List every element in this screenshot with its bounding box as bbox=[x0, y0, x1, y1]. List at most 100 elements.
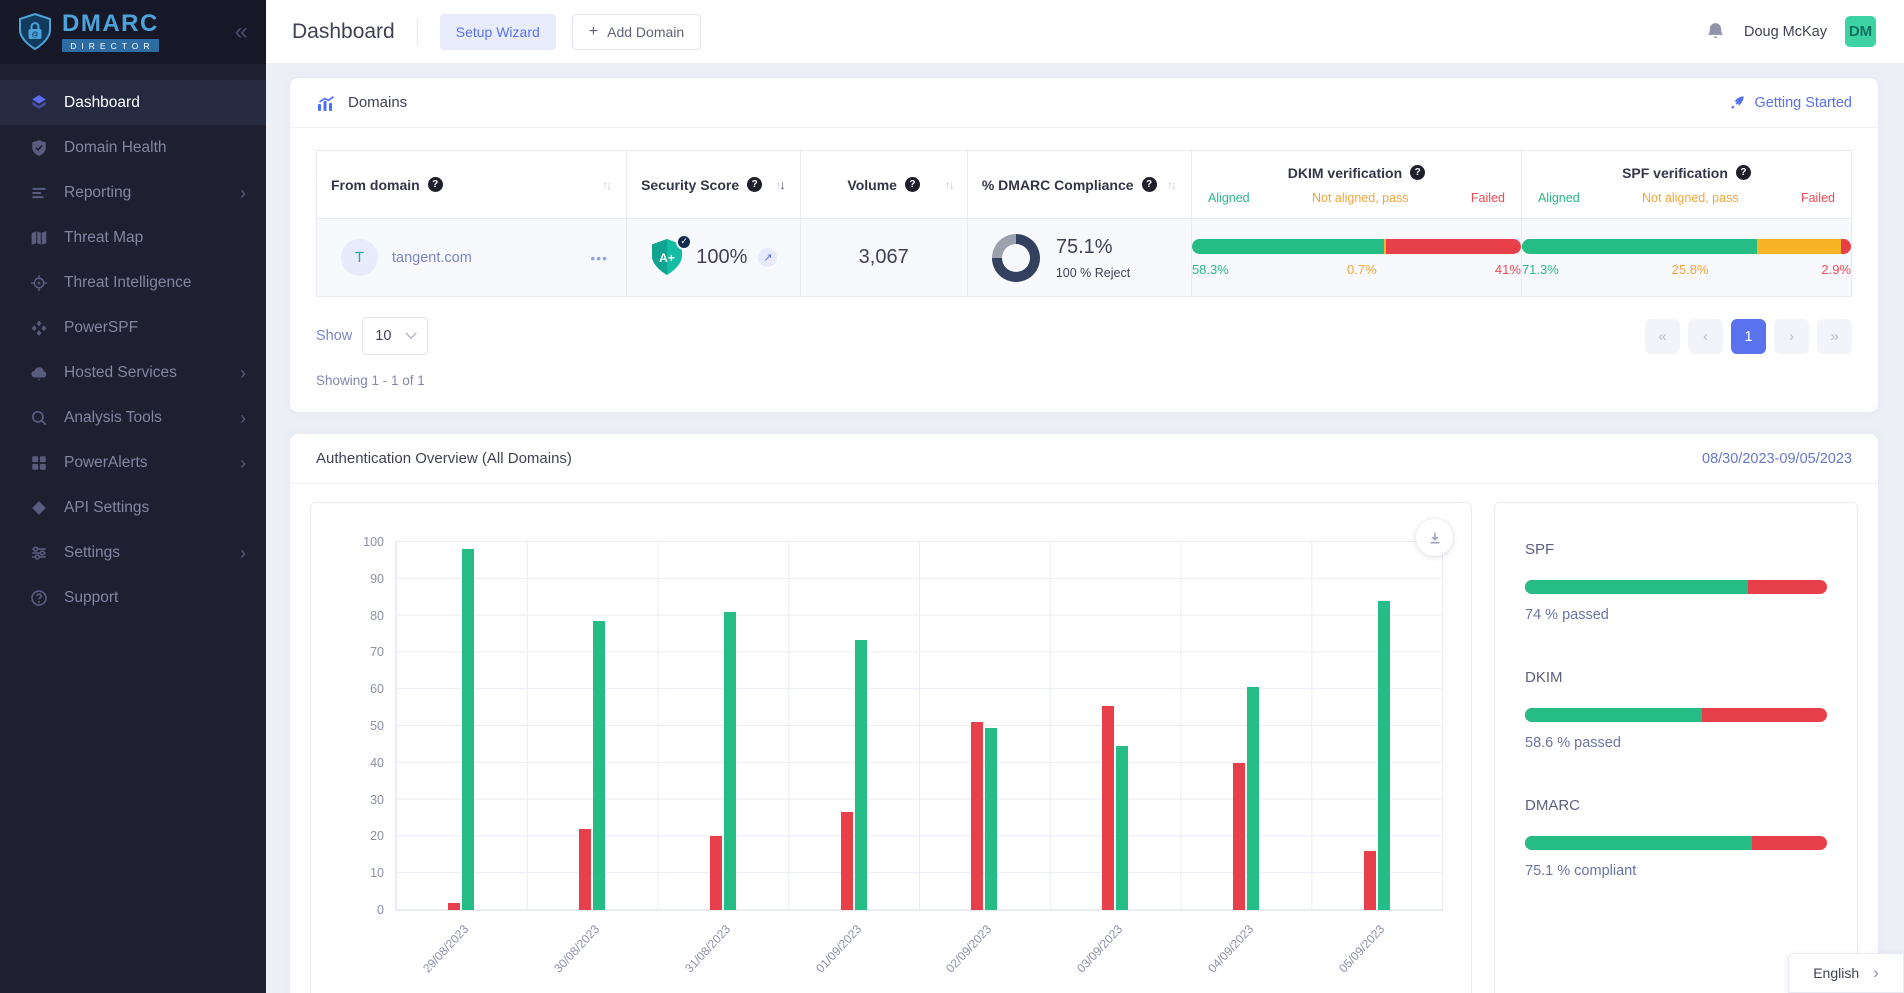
getting-started-link[interactable]: Getting Started bbox=[1729, 95, 1852, 111]
help-icon[interactable]: ? bbox=[1142, 177, 1157, 192]
results-summary: Showing 1 - 1 of 1 bbox=[290, 355, 1878, 412]
stat-progress-bar bbox=[1525, 580, 1827, 594]
chevron-right-icon: › bbox=[240, 544, 246, 562]
stat-passed-fill bbox=[1525, 708, 1702, 722]
auth-overview-card: Authentication Overview (All Domains) 08… bbox=[290, 434, 1878, 993]
dkim-not-aligned-pct: 0.7% bbox=[1229, 262, 1495, 277]
y-axis-tick: 20 bbox=[370, 829, 384, 843]
sidebar-item-domain-health[interactable]: Domain Health bbox=[0, 125, 266, 170]
svg-text:@: @ bbox=[32, 32, 39, 39]
page-title: Dashboard bbox=[292, 20, 395, 44]
help-icon[interactable]: ? bbox=[905, 177, 920, 192]
volume-value: 3,067 bbox=[800, 219, 967, 297]
sidebar-item-dashboard[interactable]: Dashboard bbox=[0, 80, 266, 125]
sidebar-item-settings[interactable]: Settings› bbox=[0, 530, 266, 575]
bar-failed bbox=[710, 836, 722, 910]
domains-card: Domains Getting Started bbox=[290, 78, 1878, 412]
stat-passed-fill bbox=[1525, 836, 1752, 850]
sidebar-item-threat-intelligence[interactable]: Threat Intelligence bbox=[0, 260, 266, 305]
sidebar-item-analysis-tools[interactable]: Analysis Tools› bbox=[0, 395, 266, 440]
stat-progress-bar bbox=[1525, 836, 1827, 850]
auth-stat-dkim: DKIM58.6 % passed bbox=[1525, 669, 1827, 751]
brand-subtitle: DIRECTOR bbox=[62, 39, 159, 52]
support-icon bbox=[30, 589, 48, 607]
x-axis-label: 04/09/2023 bbox=[1181, 910, 1312, 993]
sort-toggle[interactable]: ↑↓ bbox=[1169, 178, 1177, 192]
domains-title: Domains bbox=[348, 94, 407, 111]
settings-icon bbox=[30, 544, 48, 562]
add-domain-button[interactable]: + Add Domain bbox=[572, 14, 701, 50]
compliance-donut bbox=[992, 234, 1040, 282]
divider bbox=[417, 19, 418, 45]
security-score-shield-icon: A+ ✓ bbox=[649, 238, 685, 278]
brand-shield-lock-icon: @ bbox=[18, 13, 52, 51]
sidebar-item-support[interactable]: Support bbox=[0, 575, 266, 620]
pagination-page-1[interactable]: 1 bbox=[1731, 319, 1766, 354]
language-selector[interactable]: English › bbox=[1788, 953, 1904, 993]
setup-wizard-button[interactable]: Setup Wizard bbox=[440, 14, 556, 50]
bar-failed bbox=[1233, 763, 1245, 910]
dkim-failed-pct: 41% bbox=[1495, 262, 1521, 277]
show-label: Show bbox=[316, 328, 352, 344]
download-chart-button[interactable] bbox=[1416, 519, 1453, 556]
pagination-next[interactable]: › bbox=[1774, 319, 1809, 354]
bar-chart-plot: 0102030405060708090100 29/08/202330/08/2… bbox=[395, 541, 1443, 911]
bar-failed bbox=[1364, 851, 1376, 910]
help-icon[interactable]: ? bbox=[1410, 165, 1425, 180]
bar-passed bbox=[1247, 687, 1259, 910]
chevron-right-icon: › bbox=[240, 409, 246, 427]
bar-passed bbox=[724, 612, 736, 910]
plus-icon: + bbox=[589, 24, 598, 40]
help-icon[interactable]: ? bbox=[1736, 165, 1751, 180]
bar-failed bbox=[579, 829, 591, 910]
verified-check-badge: ✓ bbox=[676, 234, 692, 250]
help-icon[interactable]: ? bbox=[428, 177, 443, 192]
sidebar-item-api-settings[interactable]: API Settings bbox=[0, 485, 266, 530]
chevron-down-icon bbox=[406, 328, 417, 339]
domain-link[interactable]: tangent.com bbox=[392, 250, 472, 266]
spf-failed-pct: 2.9% bbox=[1821, 262, 1851, 277]
y-axis-tick: 50 bbox=[370, 719, 384, 733]
y-axis-tick: 90 bbox=[370, 572, 384, 586]
sidebar-item-label: PowerSPF bbox=[64, 319, 138, 337]
domains-table: From domain ? ↑↓ Security Score ? ↑↓ bbox=[316, 150, 1852, 297]
pagination-prev[interactable]: ‹ bbox=[1688, 319, 1723, 354]
language-label: English bbox=[1813, 965, 1859, 981]
sidebar-collapse-icon[interactable]: « bbox=[235, 20, 248, 44]
pagination-last[interactable]: » bbox=[1817, 319, 1852, 354]
sidebar-item-label: Domain Health bbox=[64, 139, 167, 157]
sidebar-item-poweralerts[interactable]: PowerAlerts› bbox=[0, 440, 266, 485]
main-area: Dashboard Setup Wizard + Add Domain Doug… bbox=[266, 0, 1904, 993]
bar-group bbox=[396, 542, 527, 910]
rocket-icon bbox=[1729, 95, 1745, 111]
sort-toggle[interactable]: ↑↓ bbox=[778, 178, 786, 192]
bar-group bbox=[788, 542, 919, 910]
row-menu-dots-icon[interactable]: ••• bbox=[590, 250, 608, 266]
pagination-first[interactable]: « bbox=[1645, 319, 1680, 354]
stat-name: DKIM bbox=[1525, 669, 1827, 686]
threat-map-icon bbox=[30, 229, 48, 247]
sidebar-item-reporting[interactable]: Reporting› bbox=[0, 170, 266, 215]
sort-toggle[interactable]: ↑↓ bbox=[604, 178, 612, 192]
sidebar-item-threat-map[interactable]: Threat Map bbox=[0, 215, 266, 260]
bar-passed bbox=[1378, 601, 1390, 910]
sort-toggle[interactable]: ↑↓ bbox=[947, 178, 955, 192]
auth-stat-spf: SPF74 % passed bbox=[1525, 541, 1827, 623]
y-axis-tick: 10 bbox=[370, 866, 384, 880]
auth-stats-panel: SPF74 % passedDKIM58.6 % passedDMARC75.1… bbox=[1494, 502, 1858, 993]
stat-name: SPF bbox=[1525, 541, 1827, 558]
date-range[interactable]: 08/30/2023-09/05/2023 bbox=[1702, 451, 1852, 467]
chevron-right-icon: › bbox=[240, 364, 246, 382]
sidebar-item-powerspf[interactable]: PowerSPF bbox=[0, 305, 266, 350]
notifications-bell-icon[interactable] bbox=[1705, 21, 1726, 42]
compliance-pct: 75.1% bbox=[1056, 236, 1130, 259]
security-score-value: 100% bbox=[696, 246, 747, 269]
bar-failed bbox=[448, 903, 460, 910]
external-link-icon[interactable]: ↗ bbox=[758, 248, 777, 267]
page-size-select[interactable]: 10 bbox=[362, 317, 428, 355]
help-icon[interactable]: ? bbox=[747, 177, 762, 192]
brand-logo: @ DMARC DIRECTOR « bbox=[0, 0, 266, 64]
sidebar-item-hosted-services[interactable]: Hosted Services› bbox=[0, 350, 266, 395]
avatar[interactable]: DM bbox=[1845, 16, 1876, 47]
bar-group bbox=[658, 542, 789, 910]
